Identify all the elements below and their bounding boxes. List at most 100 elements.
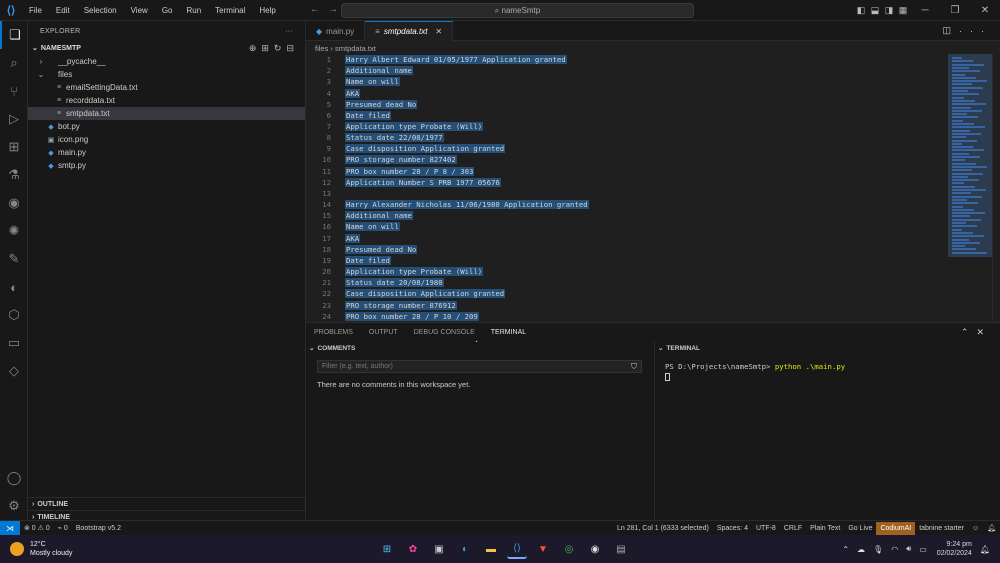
tab-debug-console[interactable]: DEBUG CONSOLE [406, 323, 483, 343]
outline-section[interactable]: › OUTLINE [28, 497, 306, 510]
tab-problems[interactable]: PROBLEMS [306, 323, 361, 343]
ports-count[interactable]: ⌁ 0 [54, 524, 72, 532]
openai-icon[interactable]: ✺ [0, 217, 28, 245]
remote-explorer-icon[interactable]: ◉ [0, 189, 28, 217]
code-line[interactable]: 12 Application Number S PRB 1977 05676 [306, 177, 948, 188]
code-line[interactable]: 19 Date filed [306, 255, 948, 266]
refresh-icon[interactable]: ↻ [274, 43, 287, 53]
tree-item[interactable]: ◆ main.py [28, 146, 305, 159]
customize-layout-icon[interactable]: ▦ [896, 5, 910, 16]
chevron-up-icon[interactable]: ⌃ [842, 545, 849, 554]
extension-tool-icon[interactable]: ✎ [0, 245, 28, 273]
tree-item[interactable]: › __pycache__ [28, 55, 305, 68]
code-line[interactable]: 8 Status date 22/08/1977 [306, 132, 948, 143]
code-line[interactable]: 23 PRO storage number 876912 [306, 299, 948, 310]
maximize-button[interactable]: ❐ [940, 5, 970, 16]
line-ending[interactable]: CRLF [780, 525, 806, 532]
comments-header[interactable]: ⌄ COMMENTS [306, 342, 654, 354]
command-center-search[interactable]: ⌕ nameSmtp [341, 3, 694, 18]
tab-terminal[interactable]: TERMINAL [482, 323, 535, 343]
tree-item[interactable]: ◆ smtp.py [28, 159, 305, 172]
menu-edit[interactable]: Edit [49, 6, 77, 15]
close-tab-icon[interactable]: ✕ [435, 27, 442, 36]
app-icon[interactable]: ▤ [611, 539, 631, 559]
code-line[interactable]: 20 Application type Probate (Will) [306, 266, 948, 277]
tree-item[interactable]: ◆ bot.py [28, 120, 305, 133]
tree-item[interactable]: ≡ emailSettingData.txt [28, 81, 305, 94]
codiumai-button[interactable]: CodiumAI [876, 521, 916, 535]
code-line[interactable]: 7 Application type Probate (Will) [306, 121, 948, 132]
source-control-icon[interactable]: ⑂ [0, 77, 28, 105]
more-actions-icon[interactable]: ··· [959, 26, 992, 36]
menu-go[interactable]: Go [155, 6, 180, 15]
menu-terminal[interactable]: Terminal [208, 6, 252, 15]
code-line[interactable]: 6 Date filed [306, 110, 948, 121]
tree-item[interactable]: ≡ recorddata.txt [28, 94, 305, 107]
split-editor-icon[interactable]: ◫ [942, 25, 959, 36]
terminal-output[interactable]: PS D:\Projects\nameSmtp> python .\main.p… [665, 362, 1000, 383]
collapse-all-icon[interactable]: ⊟ [286, 43, 299, 53]
menu-view[interactable]: View [124, 6, 155, 15]
obs-icon[interactable]: ◉ [585, 539, 605, 559]
tab-output[interactable]: OUTPUT [361, 323, 406, 343]
edge-icon[interactable]: ◐ [455, 539, 475, 559]
task-view-icon[interactable]: ▣ [429, 539, 449, 559]
remote-indicator-icon[interactable]: ⋊ [0, 520, 20, 536]
menu-run[interactable]: Run [179, 6, 208, 15]
go-live-button[interactable]: Go Live [844, 525, 876, 532]
tree-item[interactable]: ⌄ files [28, 68, 305, 81]
battery-icon[interactable]: ▭ [919, 545, 927, 554]
windows-start-icon[interactable]: ⊞ [377, 539, 397, 559]
new-folder-icon[interactable]: ⊞ [261, 43, 274, 53]
code-line[interactable]: 16 Name on will [306, 221, 948, 232]
code-line[interactable]: 2 Additional name [306, 65, 948, 76]
explorer-icon[interactable]: ❏ [0, 21, 28, 49]
volume-icon[interactable]: 🔊︎ [906, 544, 911, 554]
wifi-icon[interactable]: ◠ [891, 545, 898, 554]
copilot-icon[interactable]: ✿ [403, 539, 423, 559]
codium-icon[interactable]: ◐ [0, 273, 28, 301]
more-actions-icon[interactable]: ··· [285, 28, 293, 35]
language-mode[interactable]: Plain Text [806, 525, 844, 532]
code-line[interactable]: 5 Presumed dead No [306, 99, 948, 110]
chrome-icon[interactable]: ◎ [559, 539, 579, 559]
onedrive-icon[interactable]: ☁ [857, 545, 865, 554]
code-line[interactable]: 14 Harry Alexander Nicholas 11/06/1980 Ap… [306, 199, 948, 210]
extensions-icon[interactable]: ⊞ [0, 133, 28, 161]
feedback-icon[interactable]: ☺ [968, 525, 983, 532]
terminal-header[interactable]: ⌄ TERMINAL [655, 342, 1000, 354]
breadcrumb[interactable]: files › smtpdata.txt [306, 42, 1000, 54]
menu-file[interactable]: File [22, 6, 49, 15]
close-panel-icon[interactable]: ✕ [976, 327, 992, 337]
code-line[interactable]: 1 Harry Albert Edward 01/05/1977 Applicat… [306, 54, 948, 65]
problems-count[interactable]: ⊗ 0 ⚠ 0 [20, 524, 54, 532]
code-editor[interactable]: 1 Harry Albert Edward 01/05/1977 Applicat… [306, 54, 948, 321]
menu-help[interactable]: Help [252, 6, 282, 15]
code-line[interactable]: 22 Case disposition Application granted [306, 288, 948, 299]
code-line[interactable]: 13 [306, 188, 948, 199]
editor-scrollbar[interactable] [992, 54, 1000, 321]
vscode-taskbar-icon[interactable]: ⟨⟩ [507, 539, 527, 559]
code-line[interactable]: 24 PRO box number 28 / P 10 / 209 [306, 311, 948, 321]
notifications-icon[interactable]: 🔔︎ [983, 524, 1000, 532]
weather-widget[interactable]: 12°C Mostly cloudy [0, 540, 120, 558]
settings-gear-icon[interactable]: ⚙ [0, 492, 28, 520]
code-line[interactable]: 10 PRO storage number 827402 [306, 154, 948, 165]
code-line[interactable]: 17 AKA [306, 233, 948, 244]
menu-selection[interactable]: Selection [77, 6, 124, 15]
brave-icon[interactable]: ▼ [533, 539, 553, 559]
indentation[interactable]: Spaces: 4 [713, 525, 752, 532]
filter-icon[interactable]: ⛉ [631, 362, 637, 372]
code-line[interactable]: 3 Name on will [306, 76, 948, 87]
code-line[interactable]: 18 Presumed dead No [306, 244, 948, 255]
search-icon[interactable]: ⌕ [0, 49, 28, 77]
code-line[interactable]: 11 PRO box number 28 / P 8 / 303 [306, 166, 948, 177]
cursor-position[interactable]: Ln 281, Col 1 (6333 selected) [613, 525, 713, 532]
clock[interactable]: 9:24 pm 02/02/2024 [937, 540, 972, 558]
tabnine-status[interactable]: tabnine starter [915, 525, 968, 532]
code-line[interactable]: 4 AKA [306, 87, 948, 98]
tab-smtpdata-txt[interactable]: ≡ smtpdata.txt ✕ [365, 21, 454, 41]
minimap[interactable] [948, 54, 992, 321]
tree-item[interactable]: ≡ smtpdata.txt [28, 107, 305, 120]
run-debug-icon[interactable]: ▷ [0, 105, 28, 133]
